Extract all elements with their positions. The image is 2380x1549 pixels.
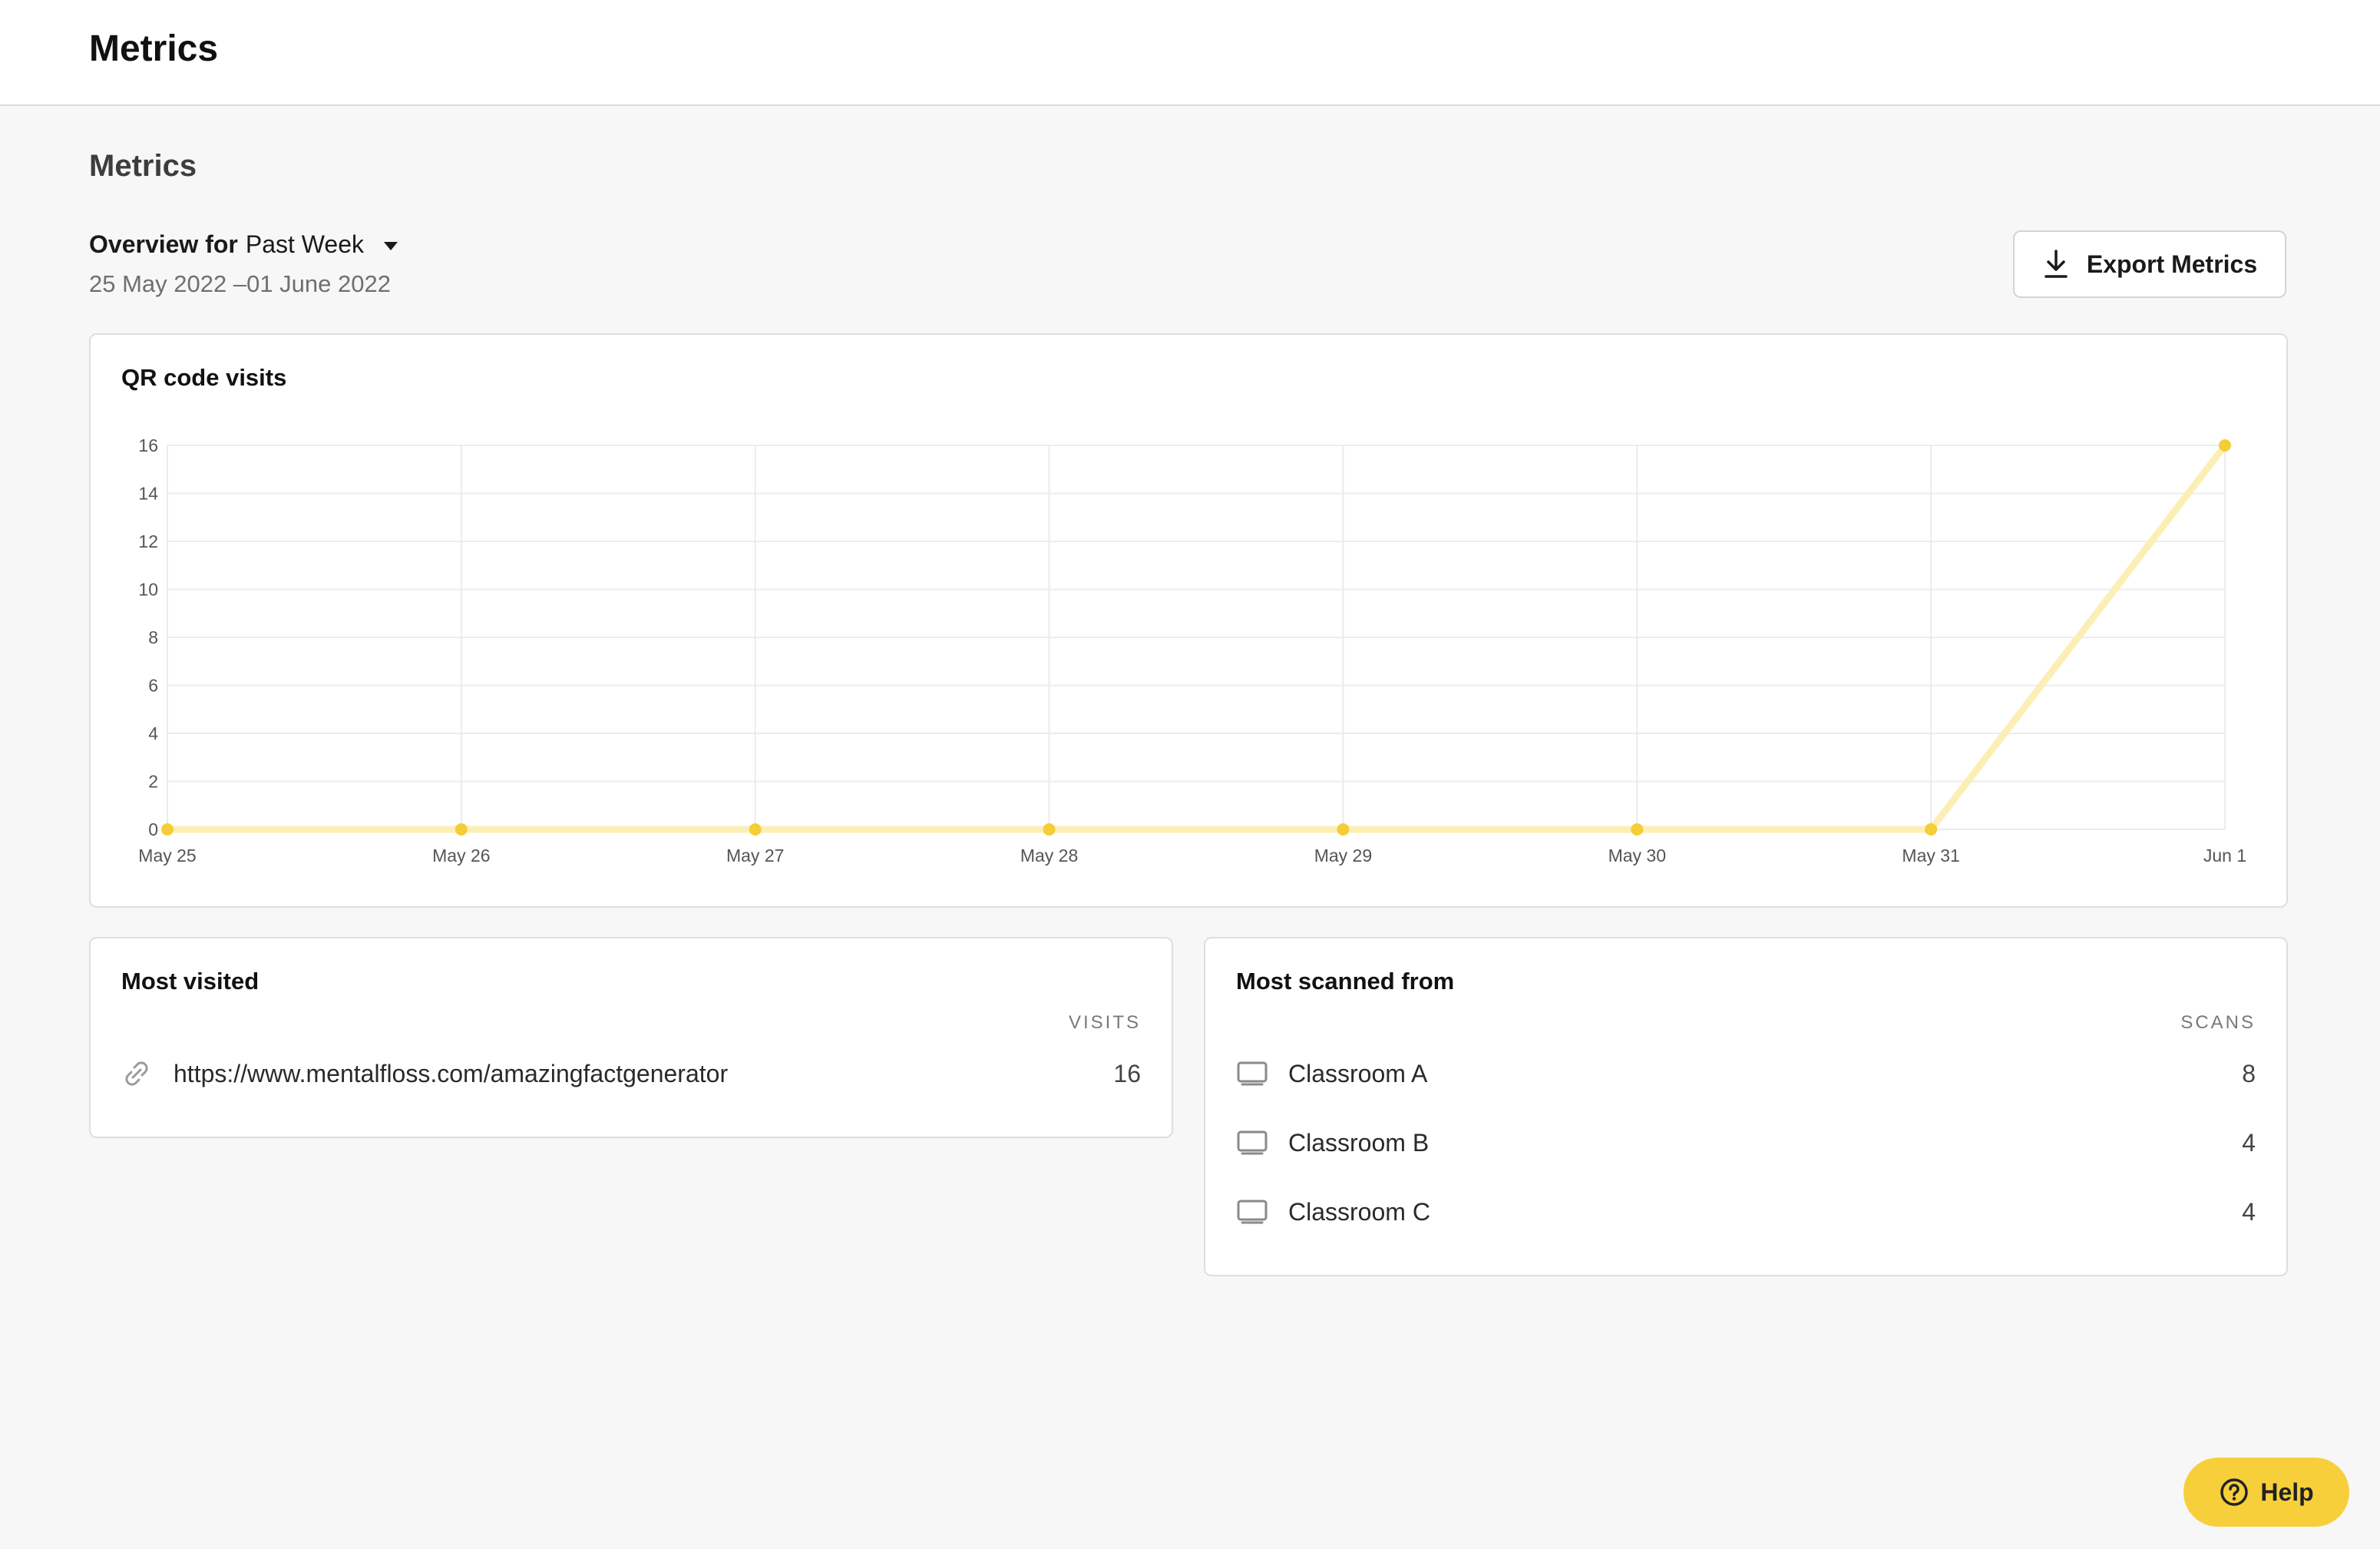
y-tick-label: 0 <box>148 819 158 839</box>
qr-visits-chart: 0 2 4 6 8 10 12 14 16 May 25 May 26 May 27 May 28 May… <box>138 435 2246 866</box>
qr-visits-card: QR code visits 0 2 4 6 8 10 12 14 16 May 25 May 26… <box>89 333 2288 908</box>
data-point <box>749 823 762 836</box>
question-circle-icon <box>2220 1478 2249 1506</box>
display-icon <box>1236 1130 1271 1156</box>
date-range: 25 May 2022 –01 June 2022 <box>89 270 391 297</box>
y-tick-label: 12 <box>138 531 158 551</box>
list-item[interactable]: https://www.mentalfloss.com/amazingfactg… <box>121 1051 1141 1097</box>
period-dropdown[interactable]: Past Week <box>246 230 398 259</box>
y-tick-label: 16 <box>138 435 158 455</box>
y-tick-label: 4 <box>148 723 158 743</box>
list-item[interactable]: Classroom C 4 <box>1236 1189 2256 1235</box>
scans-count: 8 <box>2242 1059 2256 1087</box>
visits-column-header: VISITS <box>1068 1012 1141 1033</box>
page-title: Metrics <box>89 149 197 183</box>
x-tick-label: May 31 <box>1902 846 1959 866</box>
visits-count: 16 <box>1113 1059 1141 1087</box>
overview-label: Overview for <box>89 230 238 258</box>
display-icon <box>1236 1061 1271 1087</box>
location-label: Classroom B <box>1288 1128 1430 1157</box>
list-item[interactable]: Classroom B 4 <box>1236 1120 2256 1166</box>
help-button[interactable]: Help <box>2183 1458 2349 1527</box>
x-tick-label: May 27 <box>726 846 784 866</box>
location-label: Classroom A <box>1288 1059 1428 1087</box>
scans-count: 4 <box>2242 1128 2256 1157</box>
y-tick-label: 6 <box>148 676 158 696</box>
data-point <box>1631 823 1644 836</box>
most-visited-title: Most visited <box>121 968 259 995</box>
caret-down-icon <box>384 242 398 250</box>
x-tick-label: May 30 <box>1608 846 1666 866</box>
top-bar: Metrics <box>0 0 2380 106</box>
data-point <box>2219 439 2231 452</box>
export-metrics-button[interactable]: Export Metrics <box>2013 230 2286 298</box>
x-tick-label: May 28 <box>1020 846 1078 866</box>
export-metrics-label: Export Metrics <box>2086 250 2258 278</box>
data-point <box>1337 823 1350 836</box>
y-tick-label: 2 <box>148 772 158 792</box>
url-label: https://www.mentalfloss.com/amazingfactg… <box>174 1059 729 1087</box>
x-tick-label: May 29 <box>1314 846 1372 866</box>
data-point <box>1925 823 1938 836</box>
y-tick-label: 8 <box>148 627 158 647</box>
x-tick-label: May 25 <box>138 846 196 866</box>
scans-count: 4 <box>2242 1197 2256 1226</box>
list-item[interactable]: Classroom A 8 <box>1236 1051 2256 1097</box>
location-label: Classroom C <box>1288 1197 1430 1226</box>
help-label: Help <box>2260 1478 2314 1506</box>
overview-row: Overview for Past Week <box>89 230 398 259</box>
data-point <box>1043 823 1056 836</box>
most-visited-card: Most visited VISITS https://www.mentalfl… <box>89 937 1173 1138</box>
data-point <box>455 823 468 836</box>
data-point <box>161 823 174 836</box>
scans-column-header: SCANS <box>2180 1012 2256 1033</box>
y-tick-label: 10 <box>138 580 158 600</box>
most-scanned-card: Most scanned from SCANS Classroom A 8 Cl… <box>1204 937 2288 1276</box>
x-tick-label: May 26 <box>432 846 490 866</box>
most-scanned-title: Most scanned from <box>1236 968 1455 995</box>
app-title: Metrics <box>89 28 219 69</box>
period-dropdown-value: Past Week <box>245 230 364 258</box>
x-tick-label: Jun 1 <box>2203 846 2246 866</box>
display-icon <box>1236 1199 1271 1225</box>
y-tick-label: 14 <box>138 484 158 504</box>
download-icon <box>2044 250 2068 278</box>
link-icon <box>121 1058 157 1089</box>
